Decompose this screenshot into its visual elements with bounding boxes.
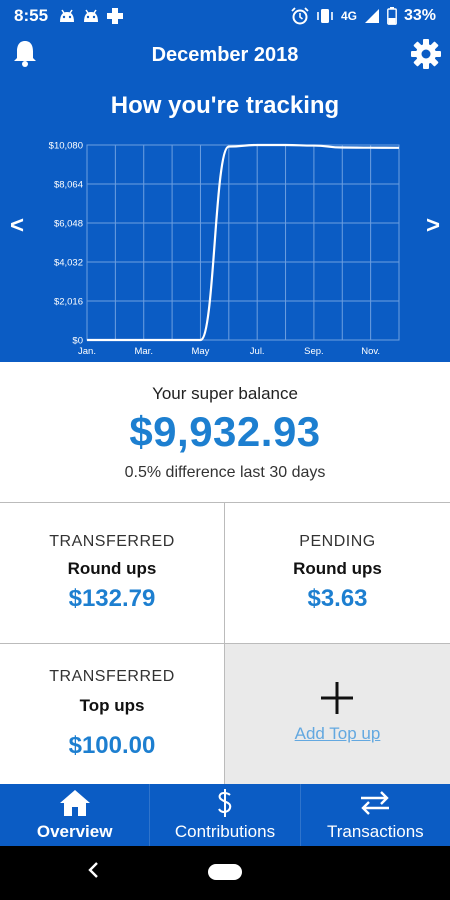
network-type: 4G xyxy=(340,9,357,23)
x-tick-label: Jan. xyxy=(78,346,96,357)
card-label: Round ups xyxy=(293,559,382,578)
x-tick-label: Mar. xyxy=(134,346,152,357)
back-icon[interactable] xyxy=(86,860,100,886)
x-tick-label: Sep. xyxy=(304,346,324,357)
tab-label: Contributions xyxy=(174,822,276,841)
month-label: December 2018 xyxy=(151,44,299,66)
tracking-title: How you're tracking xyxy=(110,92,340,119)
y-tick-label: $8,064 xyxy=(54,180,83,191)
transfer-arrows-icon xyxy=(358,788,392,818)
card-caption: TRANSFERRED xyxy=(49,533,175,550)
roundups-transferred-card[interactable]: TRANSFERRED Round ups $132.79 xyxy=(0,503,225,644)
x-tick-label: Jul. xyxy=(250,346,265,357)
home-icon xyxy=(58,788,92,818)
tab-label: Overview xyxy=(36,822,113,841)
battery-level: 33% xyxy=(403,7,436,24)
gear-icon[interactable] xyxy=(410,38,442,70)
status-time: 8:55 xyxy=(14,6,49,25)
system-navigation-bar xyxy=(0,846,450,900)
balance-value: $9,932.93 xyxy=(129,408,321,455)
signal-icon xyxy=(364,8,380,24)
tab-contributions[interactable]: Contributions xyxy=(149,784,299,846)
alarm-icon xyxy=(291,7,309,25)
bottom-tab-bar: Overview Contributions Transactions xyxy=(0,784,450,846)
topups-transferred-card[interactable]: TRANSFERRED Top ups $100.00 xyxy=(0,644,225,785)
card-amount: $132.79 xyxy=(68,585,156,612)
tracking-header: December 2018 How you're tracking < > $0… xyxy=(0,32,450,362)
y-tick-label: $0 xyxy=(72,336,83,347)
plus-icon xyxy=(106,7,124,25)
y-tick-label: $4,032 xyxy=(54,258,83,269)
summary-grid: TRANSFERRED Round ups $132.79 PENDING Ro… xyxy=(0,502,450,785)
card-label: Round ups xyxy=(67,559,157,578)
home-button[interactable] xyxy=(208,864,242,880)
y-tick-label: $2,016 xyxy=(54,297,83,308)
android-icon xyxy=(82,9,100,23)
tab-overview[interactable]: Overview xyxy=(0,784,149,846)
add-topup-card[interactable]: Add Top up xyxy=(225,644,450,785)
y-tick-label: $6,048 xyxy=(54,219,83,230)
balance-line-chart: $0 $2,016 $4,032 $6,048 $8,064 $10,080 Jan. Mar… xyxy=(49,141,400,357)
next-month-button[interactable]: > xyxy=(426,212,440,240)
roundups-pending-card[interactable]: PENDING Round ups $3.63 xyxy=(225,503,450,644)
plus-icon[interactable] xyxy=(319,680,355,716)
balance-series-line xyxy=(86,143,400,342)
balance-label: Your super balance xyxy=(152,384,298,403)
card-caption: TRANSFERRED xyxy=(49,668,175,685)
battery-icon xyxy=(387,7,397,25)
card-amount: $3.63 xyxy=(307,585,368,612)
balance-difference: 0.5% difference last 30 days xyxy=(124,464,326,481)
tab-label: Transactions xyxy=(326,822,424,841)
add-topup-link[interactable]: Add Top up xyxy=(225,724,450,744)
card-caption: PENDING xyxy=(299,533,376,550)
android-icon xyxy=(58,9,76,23)
previous-month-button[interactable]: < xyxy=(10,212,24,240)
card-amount: $100.00 xyxy=(68,732,156,759)
balance-section: Your super balance $9,932.93 0.5% differ… xyxy=(0,362,450,502)
card-label: Top ups xyxy=(79,696,145,715)
x-tick-label: May xyxy=(191,346,209,357)
chart-frame xyxy=(86,144,400,341)
status-bar: 8:55 4G 33% xyxy=(0,0,450,32)
y-tick-label: $10,080 xyxy=(49,141,83,152)
dollar-icon xyxy=(208,788,242,818)
x-tick-label: Nov. xyxy=(361,346,380,357)
vibrate-icon xyxy=(316,8,334,24)
tab-transactions[interactable]: Transactions xyxy=(299,784,450,846)
